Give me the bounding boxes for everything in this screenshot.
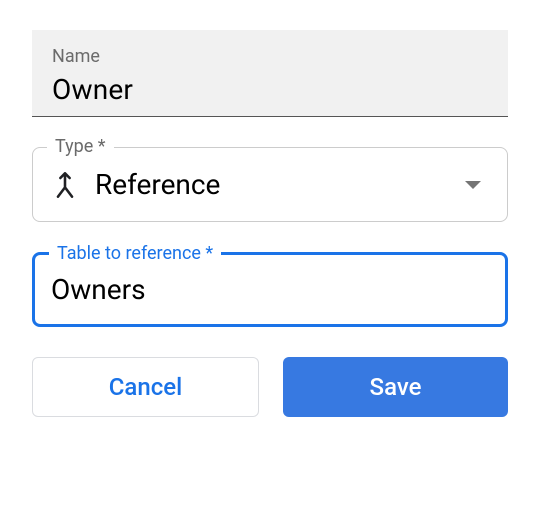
cancel-button[interactable]: Cancel [32, 357, 259, 417]
name-label: Name [52, 46, 488, 67]
type-label: Type * [47, 136, 114, 157]
column-config-dialog: Name Owner Type * Reference Table to ref… [0, 0, 540, 447]
table-reference-label: Table to reference * [49, 243, 221, 264]
save-button[interactable]: Save [283, 357, 508, 417]
type-select[interactable]: Type * Reference [32, 147, 508, 222]
chevron-down-icon [465, 181, 481, 189]
type-value: Reference [95, 168, 465, 201]
table-reference-select[interactable]: Table to reference * Owners [32, 252, 508, 327]
table-reference-value: Owners [51, 273, 489, 306]
merge-arrow-icon [51, 171, 79, 199]
name-field[interactable]: Name Owner [32, 30, 508, 117]
dialog-actions: Cancel Save [32, 357, 508, 417]
name-value: Owner [52, 73, 488, 106]
